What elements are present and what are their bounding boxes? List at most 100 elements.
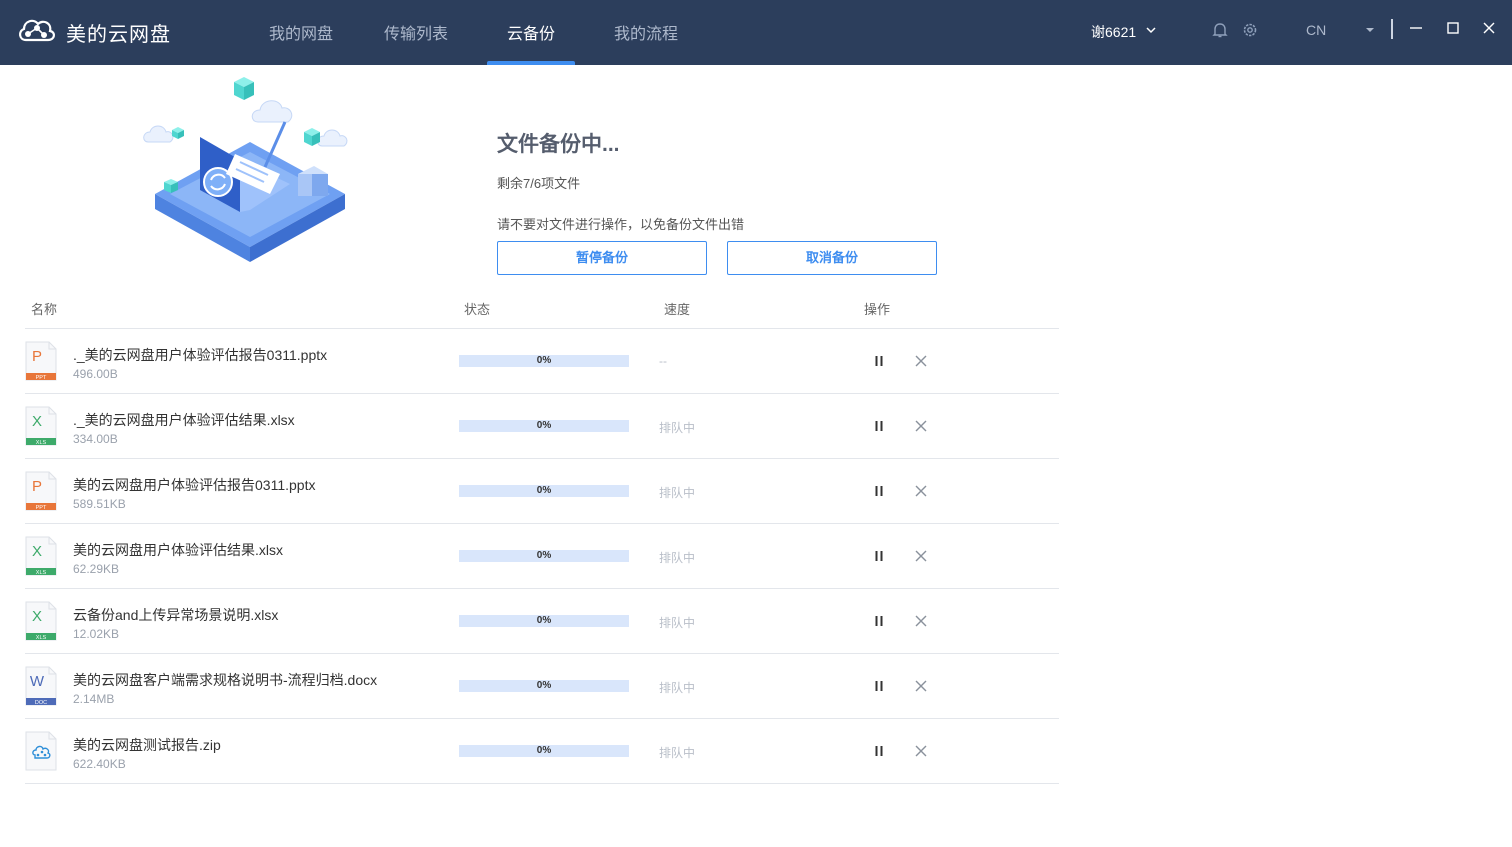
table-row[interactable]: W DOC 美的云网盘客户端需求规格说明书-流程归档.docx 2.14MB 0… [25,654,1059,719]
progress-percent: 0% [536,745,552,756]
progress-bar: 0% [459,420,629,432]
table-row[interactable]: P PPT ._美的云网盘用户体验评估报告0311.pptx 496.00B 0… [25,329,1059,394]
xls-file-icon: X XLS [25,601,57,641]
file-name: 美的云网盘客户端需求规格说明书-流程归档.docx [73,672,378,688]
backup-status-title: 文件备份中... [497,133,620,156]
zip-file-icon [25,731,57,771]
progress-percent: 0% [536,615,552,626]
backup-illustration [143,77,348,262]
column-header-name: 名称 [31,302,58,317]
file-name: 美的云网盘用户体验评估报告0311.pptx [73,477,316,493]
file-name: ._美的云网盘用户体验评估结果.xlsx [73,412,295,428]
progress-bar: 0% [459,355,629,367]
backup-warning-text: 请不要对文件进行操作，以免备份文件出错 [497,217,745,232]
transfer-speed: 排队中 [659,551,696,565]
transfer-speed: 排队中 [659,616,696,630]
progress-percent: 0% [536,485,552,496]
cancel-backup-button[interactable]: 取消备份 [727,241,937,275]
tab-my-drive[interactable]: 我的网盘 [269,20,333,44]
caret-down-icon[interactable] [1365,25,1375,35]
pause-icon[interactable] [871,483,887,499]
close-icon[interactable] [913,418,929,434]
divider [1391,19,1393,39]
file-size: 2.14MB [73,692,115,706]
svg-text:X: X [32,413,42,430]
file-size: 589.51KB [73,497,126,511]
svg-text:XLS: XLS [36,635,47,641]
user-menu[interactable]: 谢6621 [1091,22,1136,42]
pause-icon[interactable] [871,678,887,694]
minimize-icon[interactable] [1408,20,1424,36]
close-icon[interactable] [913,613,929,629]
remaining-files-count: 剩余7/6项文件 [497,176,581,191]
progress-percent: 0% [536,680,552,691]
pause-icon[interactable] [871,353,887,369]
table-row[interactable]: X XLS 云备份and上传异常场景说明.xlsx 12.02KB 0% 排队中 [25,589,1059,654]
top-bar: 美的云网盘 我的网盘 传输列表 云备份 我的流程 谢6621 CN [0,0,1512,65]
close-icon[interactable] [913,483,929,499]
maximize-icon[interactable] [1445,20,1461,36]
pause-icon[interactable] [871,613,887,629]
table-row[interactable]: 美的云网盘测试报告.zip 622.40KB 0% 排队中 [25,719,1059,784]
transfer-speed: 排队中 [659,421,696,435]
close-icon[interactable] [913,548,929,564]
svg-text:PPT: PPT [36,505,47,511]
pause-icon[interactable] [871,548,887,564]
transfer-speed: 排队中 [659,746,696,760]
file-size: 622.40KB [73,757,126,771]
close-window-icon[interactable] [1481,20,1497,36]
transfer-speed: -- [659,354,667,368]
cloud-logo-icon [19,19,55,42]
pause-backup-button[interactable]: 暂停备份 [497,241,707,275]
transfer-speed: 排队中 [659,486,696,500]
table-row[interactable]: X XLS ._美的云网盘用户体验评估结果.xlsx 334.00B 0% 排队… [25,394,1059,459]
pause-icon[interactable] [871,743,887,759]
column-header-status: 状态 [464,302,491,317]
file-size: 62.29KB [73,562,120,576]
tab-my-workflow[interactable]: 我的流程 [614,20,678,44]
file-name: 云备份and上传异常场景说明.xlsx [73,607,279,623]
column-header-action: 操作 [864,302,891,317]
svg-text:X: X [32,543,42,560]
table-row[interactable]: X XLS 美的云网盘用户体验评估结果.xlsx 62.29KB 0% 排队中 [25,524,1059,589]
ppt-file-icon: P PPT [25,471,57,511]
column-header-speed: 速度 [664,302,691,317]
svg-text:W: W [30,673,45,690]
progress-percent: 0% [536,355,552,366]
svg-text:PPT: PPT [36,375,47,381]
progress-percent: 0% [536,550,552,561]
svg-text:P: P [32,348,42,365]
svg-text:DOC: DOC [35,700,47,706]
file-name: ._美的云网盘用户体验评估报告0311.pptx [73,347,328,363]
file-size: 12.02KB [73,627,120,641]
language-select[interactable]: CN [1306,22,1326,38]
file-size: 496.00B [73,367,118,381]
doc-file-icon: W DOC [25,666,57,706]
chevron-down-icon[interactable] [1145,24,1157,36]
progress-bar: 0% [459,550,629,562]
svg-text:P: P [32,478,42,495]
close-icon[interactable] [913,353,929,369]
svg-text:X: X [32,608,42,625]
ppt-file-icon: P PPT [25,341,57,381]
xls-file-icon: X XLS [25,406,57,446]
close-icon[interactable] [913,743,929,759]
svg-text:XLS: XLS [36,440,47,446]
transfer-speed: 排队中 [659,681,696,695]
progress-bar: 0% [459,680,629,692]
close-icon[interactable] [913,678,929,694]
tab-cloud-backup[interactable]: 云备份 [507,20,555,44]
pause-icon[interactable] [871,418,887,434]
xls-file-icon: X XLS [25,536,57,576]
tab-transfer-list[interactable]: 传输列表 [384,20,448,44]
file-name: 美的云网盘用户体验评估结果.xlsx [73,542,283,558]
table-row[interactable]: P PPT 美的云网盘用户体验评估报告0311.pptx 589.51KB 0%… [25,459,1059,524]
active-tab-indicator [487,61,575,65]
app-title: 美的云网盘 [66,24,171,46]
row-divider [25,783,1059,784]
file-size: 334.00B [73,432,118,446]
progress-percent: 0% [536,420,552,431]
gear-icon[interactable] [1241,21,1259,39]
bell-icon[interactable] [1211,21,1229,39]
progress-bar: 0% [459,615,629,627]
